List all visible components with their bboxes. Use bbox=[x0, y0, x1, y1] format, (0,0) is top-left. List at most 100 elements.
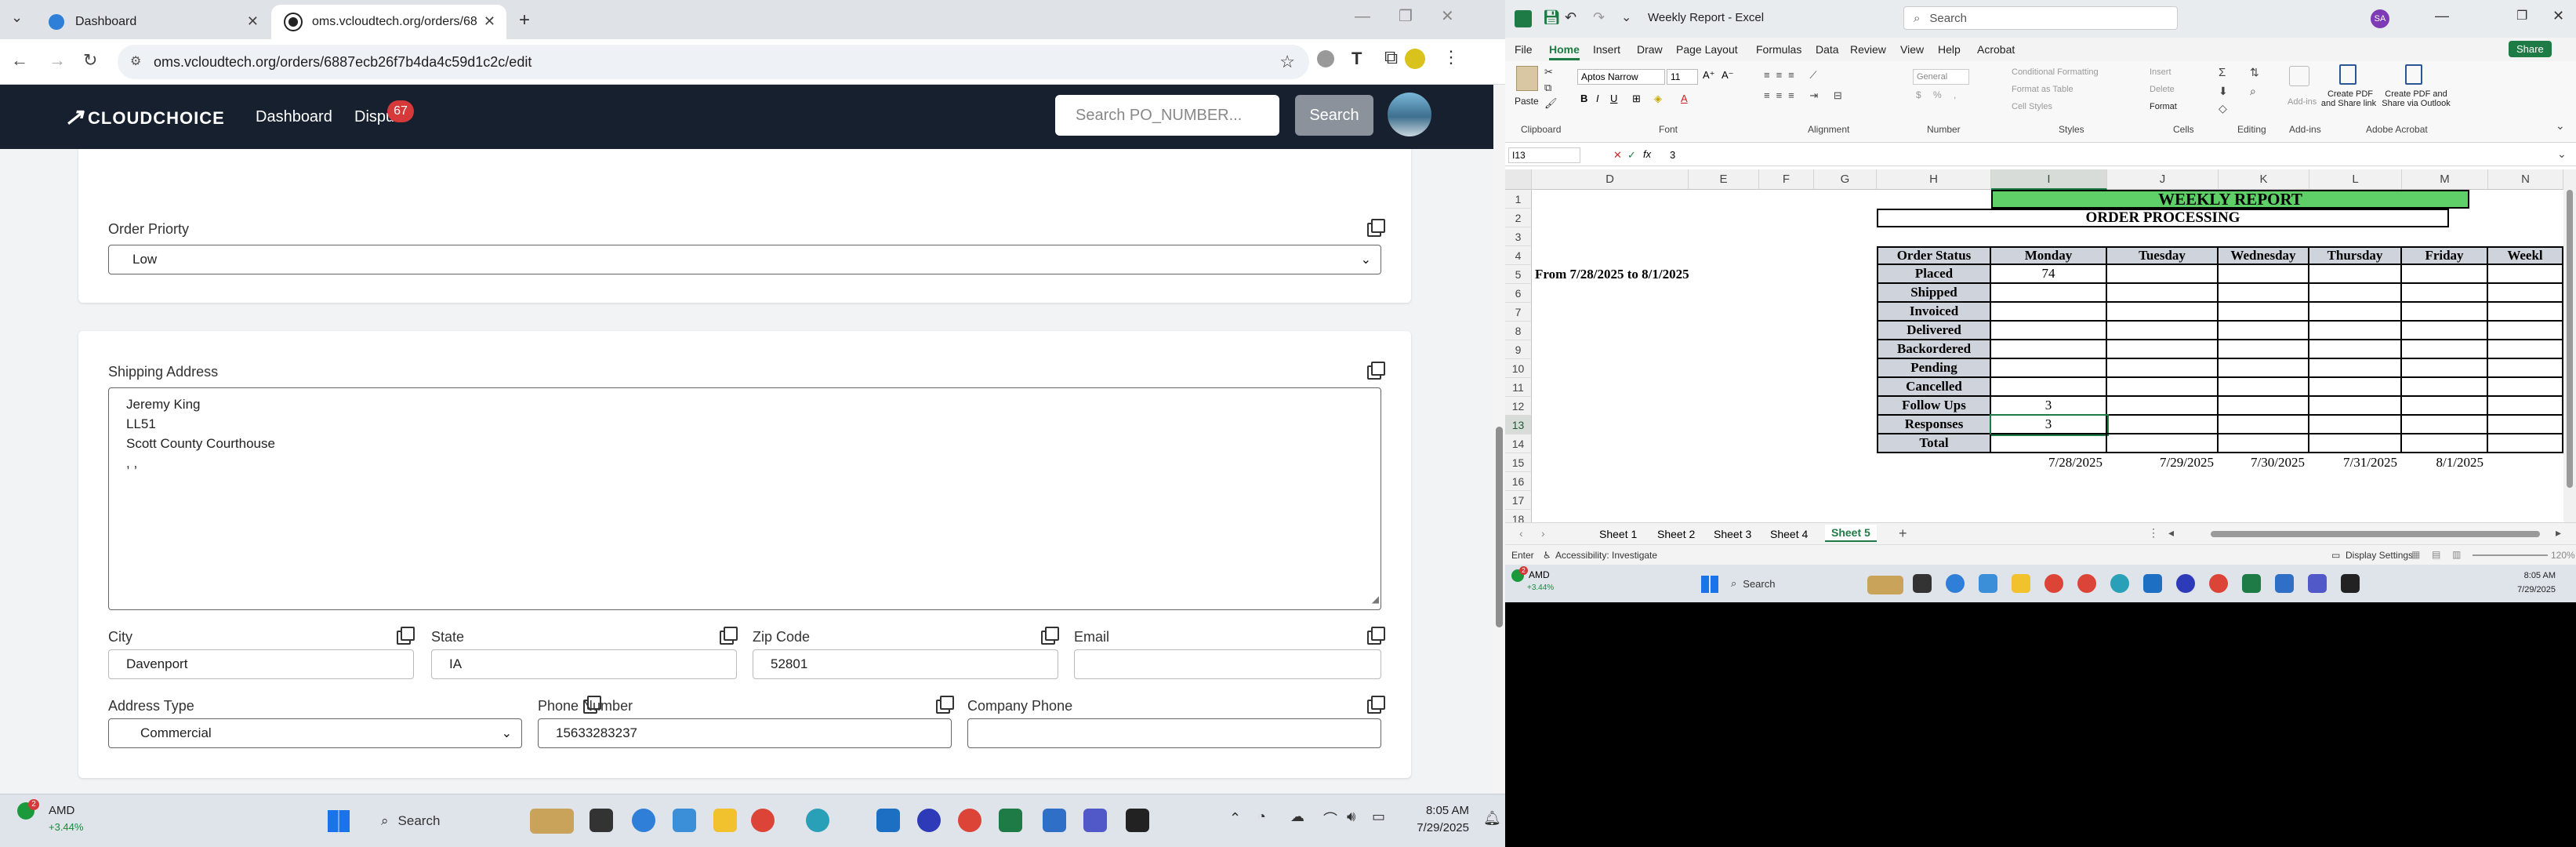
number-format-icons[interactable]: $ % , bbox=[1916, 89, 1961, 100]
paste-label[interactable]: Paste bbox=[1515, 96, 1539, 107]
day-value-cell[interactable] bbox=[2402, 303, 2488, 322]
volume-icon[interactable]: 🔊︎ bbox=[1347, 809, 1355, 825]
cut-icon[interactable]: ✂ bbox=[1544, 66, 1553, 78]
copy-icon[interactable] bbox=[1041, 627, 1059, 645]
copy-icon[interactable] bbox=[1367, 627, 1385, 645]
date-cell[interactable]: 8/1/2025 bbox=[2402, 453, 2488, 472]
day-value-cell[interactable] bbox=[2402, 265, 2488, 284]
wifi-icon[interactable]: ⌒ bbox=[1323, 809, 1337, 829]
day-value-cell[interactable] bbox=[2107, 322, 2219, 340]
alignment-horizontal-icons[interactable]: ≡≡≡ ⇥ ⊟ bbox=[1764, 89, 1849, 102]
row-header[interactable]: 5 bbox=[1505, 265, 1532, 284]
zoom-icon[interactable] bbox=[917, 809, 941, 832]
city-field[interactable]: Davenport bbox=[108, 649, 414, 679]
excel-search[interactable]: ⌕ Search bbox=[1903, 6, 2178, 30]
day-value-cell[interactable] bbox=[2488, 359, 2563, 378]
status-header-cell[interactable]: Order Status bbox=[1877, 246, 1991, 265]
fill-icon[interactable]: ⬇ bbox=[2219, 85, 2228, 98]
close-tab-icon[interactable]: ✕ bbox=[484, 13, 495, 30]
chrome-profile-icon[interactable] bbox=[958, 809, 981, 832]
row-header[interactable]: 8 bbox=[1505, 322, 1532, 340]
reload-icon[interactable]: ↻ bbox=[83, 50, 97, 71]
day-value-cell[interactable] bbox=[2309, 416, 2402, 434]
search-button[interactable]: Search bbox=[1295, 95, 1373, 136]
conditional-formatting-button[interactable]: Conditional Formatting bbox=[2012, 67, 2099, 77]
font-color-icon[interactable]: A bbox=[1681, 93, 1688, 104]
display-settings-button[interactable]: Display Settings bbox=[2346, 550, 2413, 561]
date-cell[interactable]: 7/31/2025 bbox=[2309, 453, 2402, 472]
create-pdf-share-icon[interactable] bbox=[2339, 64, 2356, 85]
copy-icon[interactable] bbox=[720, 627, 738, 645]
monday-value-cell[interactable] bbox=[1991, 378, 2107, 397]
italic-icon[interactable]: I bbox=[1596, 93, 1599, 104]
clock-date[interactable]: 7/29/2025 bbox=[1402, 821, 1469, 834]
insert-function-icon[interactable]: fx bbox=[1643, 148, 1651, 160]
copy-icon[interactable] bbox=[936, 696, 954, 714]
edge-icon[interactable] bbox=[806, 809, 829, 832]
photos-icon[interactable] bbox=[1043, 809, 1066, 832]
task-view-icon[interactable] bbox=[590, 809, 613, 832]
notification-bell-icon[interactable]: 🔔︎ bbox=[1483, 810, 1501, 827]
day-value-cell[interactable] bbox=[2488, 322, 2563, 340]
calculator-icon[interactable] bbox=[1979, 574, 1997, 593]
brand-logo-icon[interactable]: ↗ bbox=[64, 104, 84, 131]
stock-name[interactable]: AMD bbox=[49, 804, 74, 817]
paste-icon[interactable] bbox=[1516, 66, 1538, 91]
day-value-cell[interactable] bbox=[2219, 284, 2309, 303]
font-name-box[interactable]: Aptos Narrow bbox=[1577, 69, 1665, 85]
date-cell[interactable]: 7/29/2025 bbox=[2107, 453, 2219, 472]
date-cell[interactable]: 7/30/2025 bbox=[2219, 453, 2309, 472]
battery-icon[interactable]: ▭ bbox=[1372, 809, 1385, 825]
status-label-cell[interactable]: Follow Ups bbox=[1877, 397, 1991, 416]
addins-label[interactable]: Add-ins bbox=[2288, 97, 2317, 107]
create-pdf-share-line2[interactable]: and Share link bbox=[2316, 99, 2382, 108]
day-value-cell[interactable] bbox=[2309, 322, 2402, 340]
date-cell[interactable]: 7/28/2025 bbox=[1991, 453, 2107, 472]
day-value-cell[interactable] bbox=[2309, 284, 2402, 303]
cell-styles-button[interactable]: Cell Styles bbox=[2012, 102, 2052, 111]
save-icon[interactable]: 💾︎ bbox=[1543, 9, 1561, 26]
tab-review[interactable]: Review bbox=[1850, 43, 1886, 56]
day-value-cell[interactable] bbox=[2309, 378, 2402, 397]
column-header[interactable]: K bbox=[2219, 169, 2309, 190]
stock-name[interactable]: AMD bbox=[1529, 569, 1550, 580]
day-value-cell[interactable] bbox=[2488, 378, 2563, 397]
monday-value-cell[interactable] bbox=[1991, 359, 2107, 378]
format-cells-button[interactable]: Format bbox=[2150, 102, 2177, 111]
sticky-notes-icon[interactable] bbox=[2341, 574, 2360, 593]
user-initials-avatar[interactable]: SA bbox=[2371, 9, 2389, 28]
tab-page-layout[interactable]: Page Layout bbox=[1676, 43, 1738, 56]
day-value-cell[interactable] bbox=[2107, 340, 2219, 359]
font-size-box[interactable]: 11 bbox=[1667, 69, 1698, 85]
day-header-cell[interactable]: Friday bbox=[2402, 246, 2488, 265]
day-value-cell[interactable] bbox=[2402, 322, 2488, 340]
taskbar-search[interactable]: ⌕ Search bbox=[368, 805, 525, 837]
day-value-cell[interactable] bbox=[2402, 340, 2488, 359]
tab-file[interactable]: File bbox=[1515, 43, 1533, 56]
windows-start-icon[interactable] bbox=[328, 810, 350, 832]
tray-chevron-up-icon[interactable]: ⌃ bbox=[1229, 810, 1241, 827]
row-header[interactable]: 12 bbox=[1505, 397, 1532, 416]
close-tab-icon[interactable]: ✕ bbox=[247, 13, 259, 30]
row-header[interactable]: 4 bbox=[1505, 246, 1532, 265]
excel-icon[interactable] bbox=[2242, 574, 2261, 593]
status-label-cell[interactable]: Responses bbox=[1877, 416, 1991, 434]
sheet-prev-icon[interactable]: ‹ bbox=[1519, 527, 1523, 540]
create-pdf-outlook-line2[interactable]: Share via Outlook bbox=[2378, 99, 2454, 108]
column-header[interactable]: M bbox=[2402, 169, 2488, 190]
copy-icon[interactable] bbox=[1367, 696, 1385, 714]
day-value-cell[interactable] bbox=[2488, 434, 2563, 453]
formula-input[interactable]: 3 bbox=[1670, 149, 1675, 161]
copy-icon[interactable] bbox=[1367, 362, 1385, 380]
day-value-cell[interactable] bbox=[2107, 359, 2219, 378]
vertical-scrollbar[interactable] bbox=[2563, 169, 2576, 522]
row-header[interactable]: 16 bbox=[1505, 472, 1532, 491]
scroll-right-icon[interactable]: ▸ bbox=[2556, 526, 2561, 540]
day-header-cell[interactable]: Thursday bbox=[2309, 246, 2402, 265]
tray-cloud-icon[interactable]: ☁ bbox=[1290, 809, 1304, 825]
alignment-top-icons[interactable]: ≡≡≡ ⟋ bbox=[1764, 69, 1823, 82]
resize-handle-icon[interactable]: ◢ bbox=[1372, 590, 1379, 609]
worksheet-grid[interactable]: D E F G H I J K L M N 1 2 3 4 5 6 7 8 9 10 11 12 13 1… bbox=[1505, 169, 2563, 529]
close-window-icon[interactable]: ✕ bbox=[1441, 6, 1454, 26]
row-header[interactable]: 15 bbox=[1505, 453, 1532, 472]
